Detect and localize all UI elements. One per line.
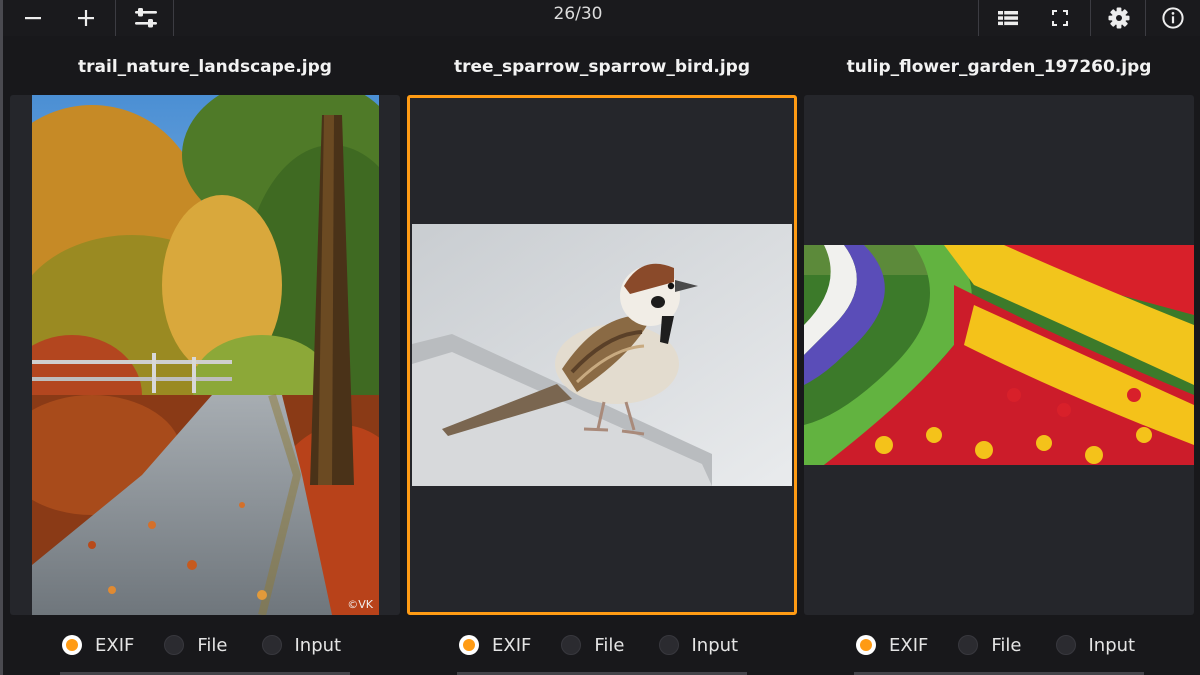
zoom-out-button[interactable] [13, 0, 53, 36]
settings-button[interactable] [1099, 0, 1139, 36]
radio-label: EXIF [492, 634, 532, 656]
radio-button-checked[interactable] [459, 635, 479, 655]
image-trail-landscape: ©VK [32, 95, 379, 615]
toolbar-separator [173, 0, 174, 36]
panel-title: tree_sparrow_sparrow_bird.jpg [453, 57, 751, 77]
image-panel-selected[interactable] [407, 95, 797, 615]
radio-button-checked[interactable] [856, 635, 876, 655]
gear-icon [1108, 7, 1130, 29]
radio-file[interactable]: File [561, 634, 625, 656]
radio-button[interactable] [561, 635, 582, 655]
source-radio-group: EXIF File Input [62, 630, 341, 660]
radio-exif[interactable]: EXIF [856, 635, 928, 656]
radio-label: File [991, 634, 1022, 656]
list-view-button[interactable] [988, 0, 1028, 36]
sliders-icon [135, 8, 157, 28]
radio-input[interactable]: Input [1055, 634, 1136, 656]
image-panel[interactable]: ©VK [10, 95, 400, 615]
radio-button[interactable] [164, 635, 185, 655]
zoom-in-button[interactable] [66, 0, 106, 36]
info-button[interactable] [1153, 0, 1193, 36]
radio-file[interactable]: File [164, 634, 228, 656]
radio-file[interactable]: File [958, 634, 1022, 656]
toolbar-separator [115, 0, 116, 36]
toolbar-separator [1145, 0, 1146, 36]
radio-label: Input [691, 634, 739, 656]
info-icon [1162, 7, 1184, 29]
toolbar: 26/30 [3, 0, 1200, 36]
radio-label: EXIF [889, 634, 929, 656]
toolbar-separator [978, 0, 979, 36]
image-watermark: ©VK [347, 598, 373, 611]
radio-label: Input [1088, 634, 1136, 656]
list-view-icon [998, 11, 1018, 26]
source-radio-group: EXIF File Input [856, 630, 1135, 660]
panel-title: tulip_flower_garden_197260.jpg [846, 57, 1152, 77]
window-edge [0, 0, 3, 675]
fullscreen-icon [1052, 10, 1068, 26]
image-panel[interactable] [804, 95, 1194, 615]
radio-label: EXIF [95, 634, 135, 656]
minus-icon [25, 17, 41, 20]
radio-input[interactable]: Input [261, 634, 342, 656]
radio-label: File [197, 634, 228, 656]
source-radio-group: EXIF File Input [459, 630, 738, 660]
radio-label: Input [294, 634, 342, 656]
radio-button[interactable] [261, 635, 282, 655]
image-tulip-garden [804, 245, 1194, 465]
plus-icon [78, 10, 94, 26]
panel-title: trail_nature_landscape.jpg [78, 57, 332, 77]
radio-label: File [594, 634, 625, 656]
radio-button[interactable] [1055, 635, 1076, 655]
fullscreen-button[interactable] [1040, 0, 1080, 36]
radio-button-checked[interactable] [62, 635, 82, 655]
radio-button[interactable] [958, 635, 979, 655]
adjustments-button[interactable] [125, 0, 167, 36]
image-counter: 26/30 [553, 4, 603, 24]
radio-input[interactable]: Input [658, 634, 739, 656]
radio-exif[interactable]: EXIF [62, 635, 134, 656]
radio-exif[interactable]: EXIF [459, 635, 531, 656]
radio-button[interactable] [658, 635, 679, 655]
image-sparrow [412, 224, 792, 486]
toolbar-separator [1090, 0, 1091, 36]
